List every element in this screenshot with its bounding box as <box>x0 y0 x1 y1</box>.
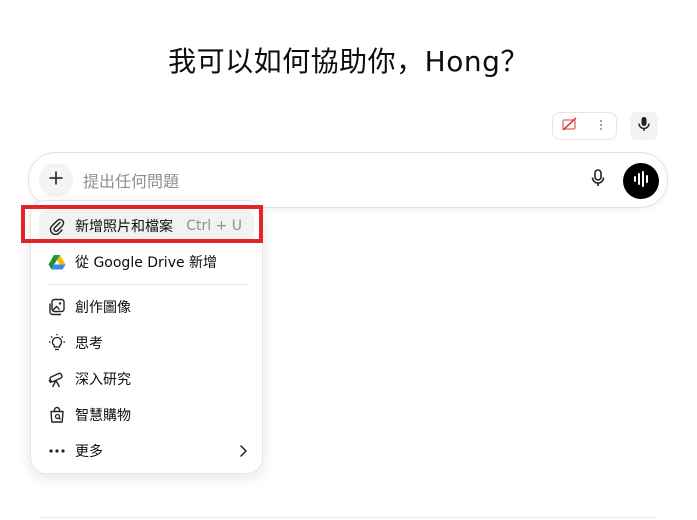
prompt-input[interactable] <box>81 167 545 195</box>
audio-waveform-icon <box>632 171 650 191</box>
menu-item-google-drive[interactable]: 從 Google Drive 新增 <box>39 246 254 278</box>
menu-item-label: 智慧購物 <box>75 408 131 424</box>
menu-item-deep-research[interactable]: 深入研究 <box>39 363 254 395</box>
menu-item-label: 創作圖像 <box>75 300 131 316</box>
dictate-button[interactable] <box>585 167 611 193</box>
menu-item-think[interactable]: 思考 <box>39 327 254 359</box>
mute-icon[interactable] <box>561 115 579 137</box>
menu-item-smart-shopping[interactable]: 智慧購物 <box>39 399 254 431</box>
menu-item-create-image[interactable]: 創作圖像 <box>39 291 254 323</box>
page-divider <box>40 517 656 518</box>
chevron-right-icon <box>238 444 248 458</box>
plus-icon <box>48 170 64 190</box>
voice-input-button[interactable] <box>630 112 658 140</box>
microphone-icon <box>636 116 652 136</box>
more-vertical-icon[interactable] <box>594 117 608 136</box>
greeting-title: 我可以如何協助你，Hong？ <box>168 45 529 78</box>
menu-item-more[interactable]: 更多 <box>39 435 254 467</box>
menu-divider <box>47 284 247 285</box>
mini-toolbar <box>552 112 617 140</box>
google-drive-icon <box>47 252 67 272</box>
voice-mode-button[interactable] <box>623 163 659 199</box>
add-attachment-button[interactable] <box>39 163 73 197</box>
menu-item-label: 思考 <box>75 336 103 352</box>
lightbulb-icon <box>47 333 67 353</box>
shopping-bag-icon <box>47 405 67 425</box>
telescope-icon <box>47 369 67 389</box>
microphone-icon <box>589 168 607 192</box>
menu-item-label: 深入研究 <box>75 372 131 388</box>
more-dots-icon <box>47 441 67 461</box>
highlight-annotation-box <box>21 205 263 243</box>
image-create-icon <box>47 297 67 317</box>
menu-item-label: 更多 <box>75 444 103 460</box>
menu-item-label: 從 Google Drive 新增 <box>75 255 218 271</box>
